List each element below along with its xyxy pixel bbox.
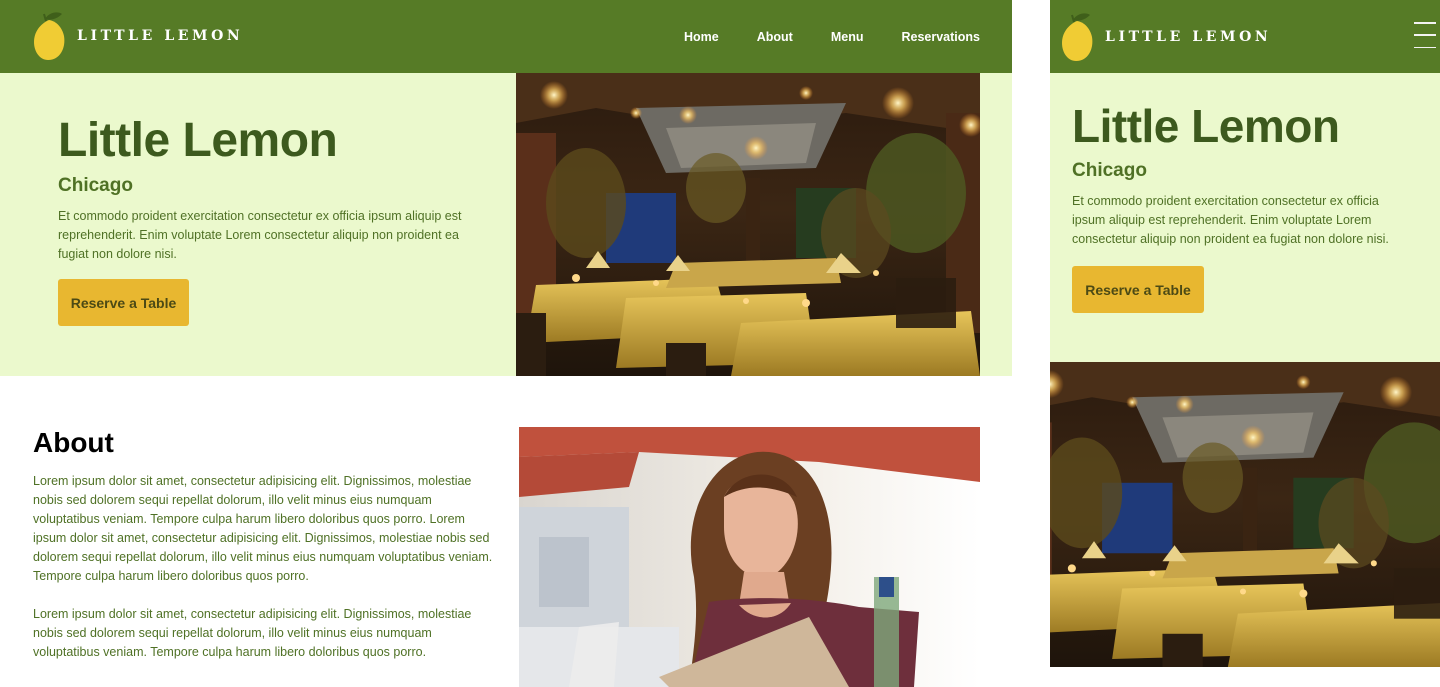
woman-reading-menu-photo <box>519 427 980 687</box>
brand-logo-link[interactable]: LITTLE LEMON <box>1060 11 1271 63</box>
site-header-mobile: LITTLE LEMON <box>1050 0 1440 73</box>
hamburger-menu-icon[interactable] <box>1414 22 1436 48</box>
hero-section-mobile: Little Lemon Chicago Et commodo proident… <box>1050 73 1440 362</box>
hero-title: Little Lemon <box>1072 100 1340 152</box>
brand-name: LITTLE LEMON <box>1105 29 1272 45</box>
hero-subtitle: Chicago <box>58 175 133 196</box>
nav-link-about[interactable]: About <box>757 30 793 44</box>
hero-description: Et commodo proident exercitation consect… <box>58 209 462 262</box>
site-header: LITTLE LEMON Home About Menu Reservation… <box>0 0 1012 73</box>
hero-title: Little Lemon <box>58 114 338 167</box>
nav-link-home[interactable]: Home <box>684 30 719 44</box>
reserve-table-button[interactable]: Reserve a Table <box>1072 266 1204 313</box>
brand-logo-link[interactable]: LITTLE LEMON <box>32 10 243 62</box>
lemon-icon <box>34 12 65 60</box>
main-nav: Home About Menu Reservations <box>684 0 980 73</box>
restaurant-photo <box>516 73 980 376</box>
reserve-table-button[interactable]: Reserve a Table <box>58 279 189 326</box>
about-paragraph: Lorem ipsum dolor sit amet, consectetur … <box>33 607 472 659</box>
about-paragraph: Lorem ipsum dolor sit amet, consectetur … <box>33 474 493 583</box>
nav-link-reservations[interactable]: Reservations <box>901 30 980 44</box>
desktop-view: LITTLE LEMON Home About Menu Reservation… <box>0 0 1012 687</box>
brand-name: LITTLE LEMON <box>77 28 244 44</box>
hero-description: Et commodo proident exercitation consect… <box>1072 194 1389 247</box>
about-title: About <box>33 427 114 458</box>
nav-link-menu[interactable]: Menu <box>831 30 864 44</box>
restaurant-photo <box>1050 362 1440 667</box>
hero-subtitle: Chicago <box>1072 160 1147 181</box>
lemon-icon <box>1062 13 1093 61</box>
mobile-view: LITTLE LEMON Little Lemon Chicago Et com… <box>1050 0 1440 667</box>
